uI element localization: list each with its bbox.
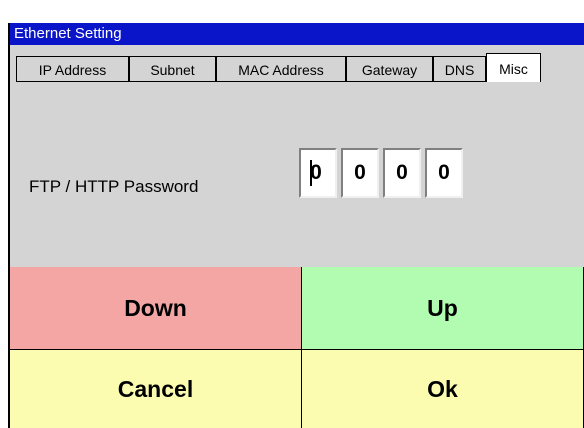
- password-digit-1[interactable]: 0: [299, 148, 337, 198]
- password-digits: 0 0 0 0: [299, 148, 463, 198]
- tab-mac-address[interactable]: MAC Address: [216, 56, 346, 82]
- misc-panel: FTP / HTTP Password 0 0 0 0: [10, 82, 584, 289]
- password-digit-2[interactable]: 0: [341, 148, 379, 198]
- password-digit-3[interactable]: 0: [383, 148, 421, 198]
- down-button[interactable]: Down: [10, 267, 302, 350]
- up-button[interactable]: Up: [302, 267, 584, 350]
- window-title: Ethernet Setting: [10, 23, 584, 45]
- text-caret: [310, 160, 312, 186]
- tab-misc[interactable]: Misc: [486, 53, 541, 83]
- password-digit-2-value: 0: [354, 161, 366, 184]
- tab-bar: IP Address Subnet MAC Address Gateway DN…: [10, 53, 584, 83]
- tab-subnet[interactable]: Subnet: [129, 56, 216, 82]
- ethernet-setting-window: Ethernet Setting IP Address Subnet MAC A…: [8, 23, 584, 428]
- password-digit-4[interactable]: 0: [425, 148, 463, 198]
- password-digit-3-value: 0: [396, 161, 408, 184]
- ok-button[interactable]: Ok: [302, 350, 584, 428]
- tab-dns[interactable]: DNS: [433, 56, 486, 82]
- password-label: FTP / HTTP Password: [29, 177, 199, 196]
- cancel-button[interactable]: Cancel: [10, 350, 302, 428]
- tab-gateway[interactable]: Gateway: [346, 56, 433, 82]
- password-digit-4-value: 0: [438, 161, 450, 184]
- tab-ip-address[interactable]: IP Address: [16, 56, 129, 82]
